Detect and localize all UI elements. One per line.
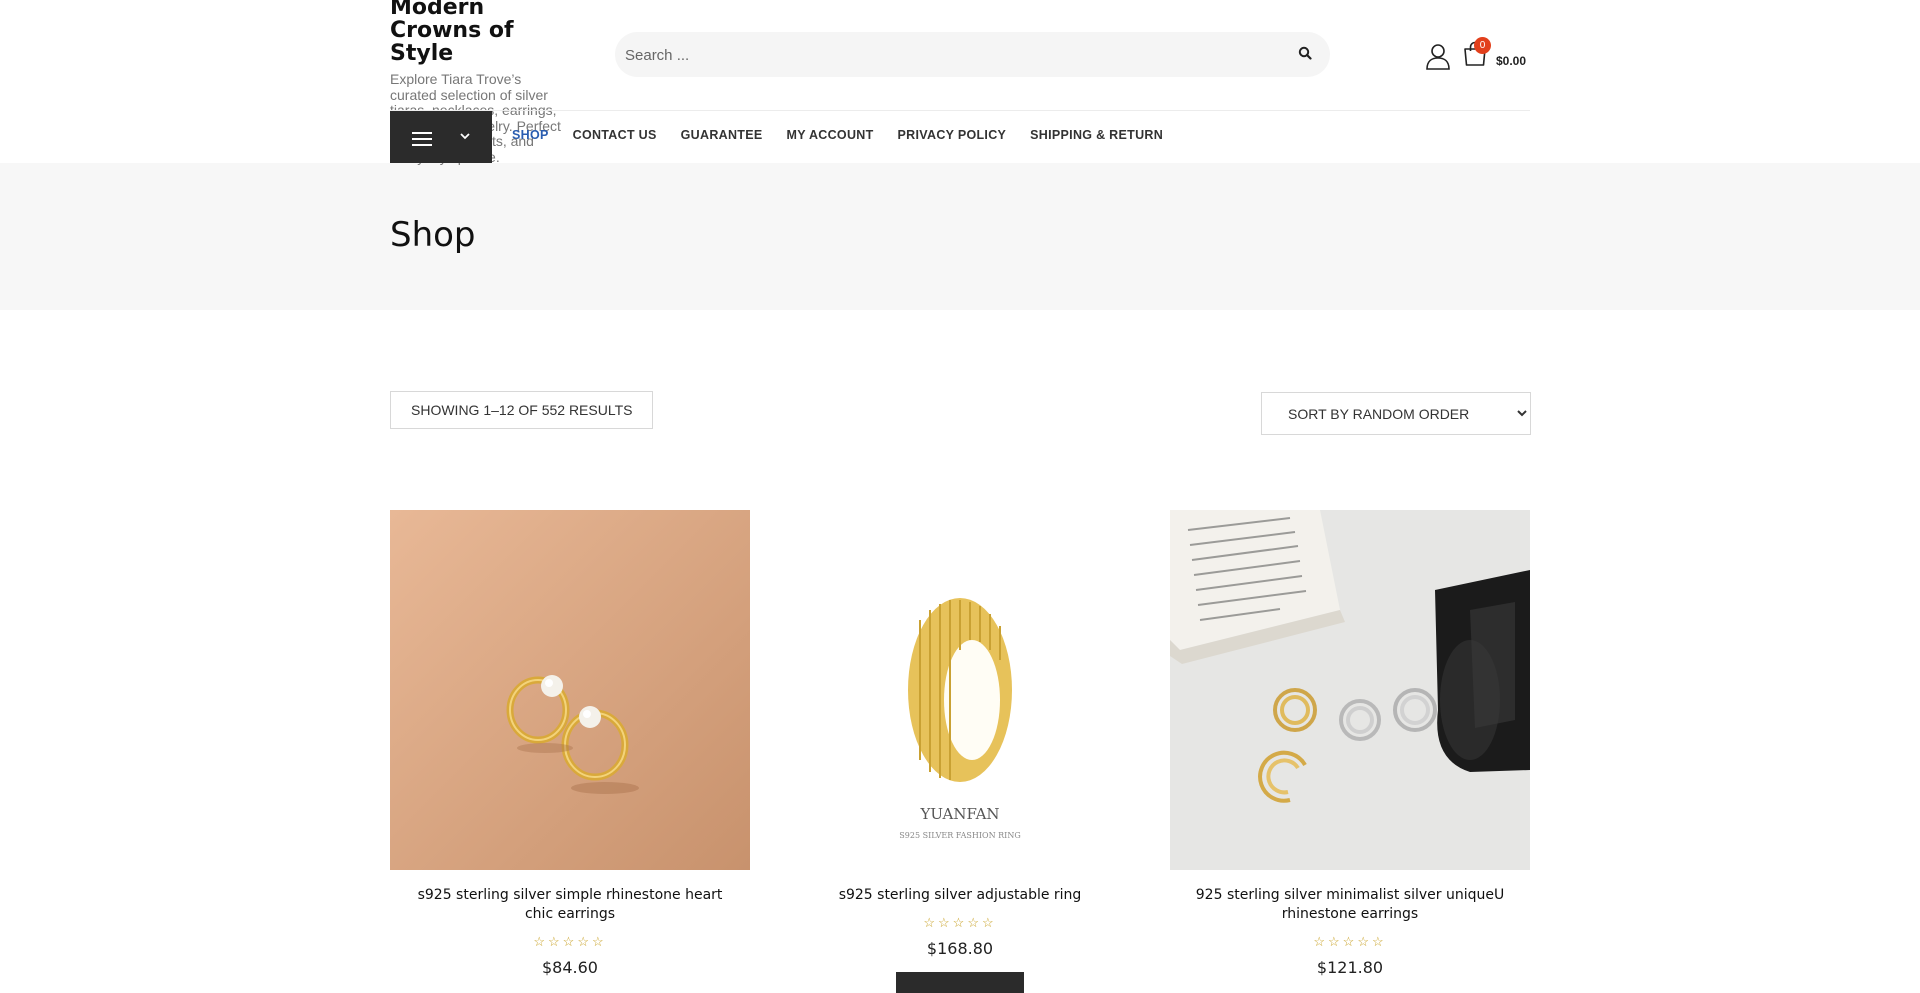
product-name[interactable]: 925 sterling silver minimalist silver un…: [1170, 886, 1530, 924]
product-card: YUANFAN S925 SILVER FASHION RING s925 st…: [780, 510, 1140, 993]
nav-my-account[interactable]: MY ACCOUNT: [787, 128, 874, 142]
product-card: 925 sterling silver minimalist silver un…: [1170, 510, 1530, 977]
product-name[interactable]: s925 sterling silver adjustable ring: [780, 886, 1140, 905]
search-form: [615, 32, 1330, 77]
product-image[interactable]: [390, 510, 750, 870]
cart-total[interactable]: $0.00: [1496, 54, 1526, 68]
cart-count-badge: 0: [1474, 37, 1491, 54]
search-input[interactable]: [625, 40, 1265, 70]
chevron-down-icon: [460, 133, 470, 140]
star-rating: ☆☆☆☆☆: [1313, 934, 1387, 949]
result-count: SHOWING 1–12 OF 552 RESULTS: [390, 391, 654, 429]
product-image[interactable]: [1170, 510, 1530, 870]
site-header: Modern Crowns of Style Explore Tiara Tro…: [0, 0, 1920, 164]
product-card: s925 sterling silver simple rhinestone h…: [390, 510, 750, 977]
product-image[interactable]: YUANFAN S925 SILVER FASHION RING: [780, 510, 1140, 870]
image-caption-text: S925 SILVER FASHION RING: [899, 831, 1020, 840]
image-brand-text: YUANFAN: [919, 805, 999, 823]
hamburger-icon: [412, 132, 432, 150]
product-name[interactable]: s925 sterling silver simple rhinestone h…: [390, 886, 750, 924]
nav-privacy-policy[interactable]: PRIVACY POLICY: [898, 128, 1007, 142]
star-rating: ☆☆☆☆☆: [533, 934, 607, 949]
product-photo-rings: [390, 510, 750, 870]
product-price: $84.60: [542, 958, 598, 977]
site-title[interactable]: Modern Crowns of Style: [390, 0, 565, 65]
star-rating: ☆☆☆☆☆: [923, 915, 997, 930]
product-photo-ring: YUANFAN S925 SILVER FASHION RING: [780, 510, 1140, 870]
add-to-cart-button[interactable]: [896, 972, 1024, 993]
nav-shop[interactable]: SHOP: [512, 128, 549, 142]
nav-guarantee[interactable]: GUARANTEE: [681, 128, 763, 142]
nav-contact-us[interactable]: CONTACT US: [573, 128, 657, 142]
page-title: Shop: [390, 215, 476, 255]
search-icon: [1298, 46, 1312, 60]
nav-shipping-return[interactable]: SHIPPING & RETURN: [1030, 128, 1163, 142]
header-divider: [390, 110, 1530, 111]
product-price: $168.80: [926, 939, 994, 958]
sort-select[interactable]: SORT BY RANDOM ORDER: [1261, 392, 1531, 435]
account-icon[interactable]: [1424, 42, 1452, 70]
product-price: $121.80: [1316, 958, 1384, 977]
product-photo-earrings: [1170, 510, 1530, 870]
search-button[interactable]: [1296, 45, 1314, 63]
page-title-band: Shop: [0, 163, 1920, 310]
primary-nav: SHOP CONTACT US GUARANTEE MY ACCOUNT PRI…: [512, 128, 1187, 142]
menu-toggle-button[interactable]: [390, 111, 492, 163]
